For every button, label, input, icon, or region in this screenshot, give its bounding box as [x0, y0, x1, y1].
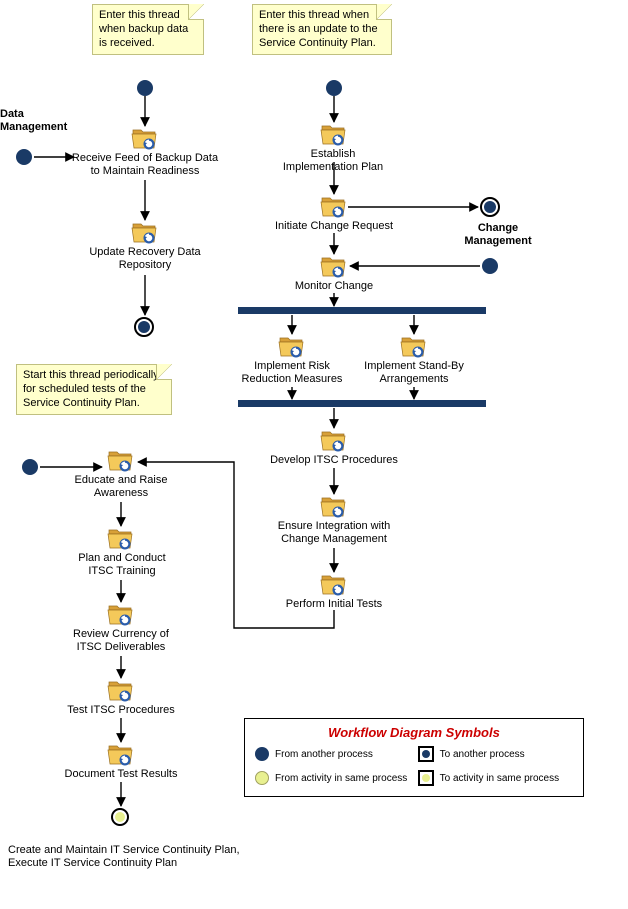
legend-to-another-icon	[418, 746, 434, 762]
workflow-diagram: Enter this thread when backup data is re…	[0, 0, 628, 909]
legend-to-another-label: To another process	[440, 749, 525, 760]
task-document-results-icon	[107, 744, 133, 766]
start-dot-scp-thread	[326, 80, 342, 96]
task-test-itsc-icon	[107, 680, 133, 702]
task-impl-standby-label: Implement Stand-By Arrangements	[358, 360, 470, 386]
task-impl-standby-icon	[400, 336, 426, 358]
legend-from-same-icon	[255, 771, 269, 785]
parallel-join-bar	[238, 400, 486, 407]
parallel-split-bar	[238, 307, 486, 314]
task-plan-conduct-icon	[107, 528, 133, 550]
task-review-currency-label: Review Currency of ITSC Deliverables	[64, 628, 178, 654]
legend-to-same-label: To activity in same process	[440, 773, 560, 784]
task-develop-itsc-label: Develop ITSC Procedures	[268, 454, 400, 467]
task-ensure-integration-icon	[320, 496, 346, 518]
start-dot-tests-thread	[22, 459, 38, 475]
change-management-label: Change Management	[450, 222, 546, 248]
bottom-process-label: Create and Maintain IT Service Continuit…	[8, 844, 248, 870]
start-dot-backup-thread	[137, 80, 153, 96]
task-develop-itsc-icon	[320, 430, 346, 452]
legend-from-another-icon	[255, 747, 269, 761]
task-document-results-label: Document Test Results	[55, 768, 187, 781]
task-monitor-change-icon	[320, 256, 346, 278]
task-initiate-cr-label: Initiate Change Request	[264, 220, 404, 233]
end-dot-backup-thread	[134, 317, 154, 337]
legend-from-another-label: From another process	[275, 749, 373, 760]
data-management-label: Data Management	[0, 108, 82, 134]
legend-from-same-label: From activity in same process	[275, 773, 407, 784]
task-perform-initial-icon	[320, 574, 346, 596]
task-review-currency-icon	[107, 604, 133, 626]
task-perform-initial-label: Perform Initial Tests	[276, 598, 392, 611]
task-test-itsc-label: Test ITSC Procedures	[55, 704, 187, 717]
legend-box: Workflow Diagram Symbols From another pr…	[244, 718, 584, 797]
start-dot-data-mgmt	[16, 149, 32, 165]
task-initiate-cr-icon	[320, 196, 346, 218]
task-impl-risk-icon	[278, 336, 304, 358]
note-continuity-update: Enter this thread when there is an updat…	[252, 4, 392, 55]
task-monitor-change-label: Monitor Change	[284, 280, 384, 293]
task-update-repo-icon	[131, 222, 157, 244]
note-scheduled-tests: Start this thread periodically for sched…	[16, 364, 172, 415]
end-dot-to-change-mgmt	[480, 197, 500, 217]
start-dot-from-change-mgmt	[482, 258, 498, 274]
task-ensure-integration-label: Ensure Integration with Change Managemen…	[266, 520, 402, 546]
end-dot-tests-thread	[111, 808, 129, 826]
task-receive-feed-label: Receive Feed of Backup Data to Maintain …	[70, 152, 220, 178]
task-establish-plan-label: Establish Implementation Plan	[278, 148, 388, 174]
task-update-repo-label: Update Recovery Data Repository	[85, 246, 205, 272]
task-impl-risk-label: Implement Risk Reduction Measures	[238, 360, 346, 386]
task-receive-feed-icon	[131, 128, 157, 150]
legend-to-same-icon	[418, 770, 434, 786]
task-plan-conduct-label: Plan and Conduct ITSC Training	[70, 552, 174, 578]
task-establish-plan-icon	[320, 124, 346, 146]
task-educate-icon	[107, 450, 133, 472]
note-backup: Enter this thread when backup data is re…	[92, 4, 204, 55]
legend-title: Workflow Diagram Symbols	[255, 725, 573, 740]
task-educate-label: Educate and Raise Awareness	[66, 474, 176, 500]
